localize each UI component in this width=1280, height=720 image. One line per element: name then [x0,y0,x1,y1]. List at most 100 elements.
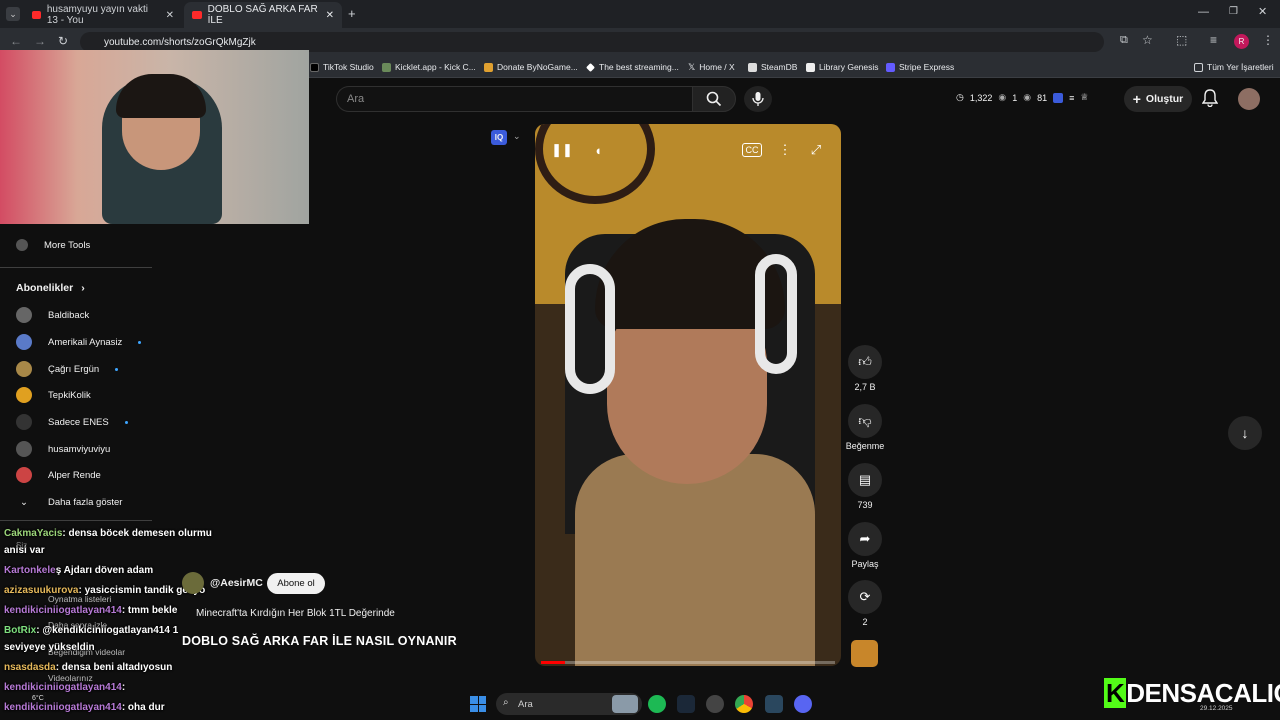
chrome-icon[interactable] [735,695,753,713]
thumbs-up-icon: 👍︎ [858,354,872,369]
create-button[interactable]: + Oluştur [1124,86,1192,112]
more-options-icon[interactable]: ⋮ [775,141,795,159]
next-video-button[interactable]: ↓ [1228,416,1262,450]
address-bar[interactable]: youtube.com/shorts/zoGrQkMgZjk [80,32,1104,52]
like-button[interactable]: 👍︎ [848,345,882,379]
minimize-icon[interactable]: — [1198,6,1209,18]
video-headphone-left [565,264,615,394]
sound-thumbnail[interactable] [851,640,878,667]
video-progress-bar[interactable] [541,661,835,664]
search-input[interactable]: Ara [336,86,692,112]
remix-button[interactable]: ⟳ [848,580,882,614]
tab-search-icon[interactable]: ⌄ [6,7,20,21]
share-icon: ➦ [859,531,871,546]
bookmark-label: TikTok Studio [323,62,374,72]
star-icon[interactable]: ☆ [1142,33,1153,47]
close-icon[interactable]: ✕ [326,10,334,21]
discord-icon[interactable] [794,695,812,713]
brand-name: DENSACALIGO [1126,678,1280,708]
extensions-icon[interactable]: ⬚ [1176,33,1187,47]
share-button[interactable]: ➦ [848,522,882,556]
sub-name: Amerikali Aynasiz [48,336,123,348]
dislike-button[interactable]: 👎︎ [848,404,882,438]
channel-avatar [16,387,32,403]
bookmark-stripe[interactable]: Stripe Express [886,60,954,74]
forward-icon[interactable]: → [34,34,46,48]
channel-name: @AesirMC [210,577,263,589]
chevron-down-icon: ⌄ [20,496,28,508]
taskbar-widget-icon[interactable] [612,695,638,713]
sub-name: Sadece ENES [48,416,109,428]
channel-avatar [16,334,32,350]
bookmark-tiktok[interactable]: TikTok Studio [310,60,374,74]
media-icon[interactable]: ≡ [1210,33,1217,47]
subscriptions-header[interactable]: Abonelikler › [16,282,85,294]
captions-icon[interactable]: CC [742,143,762,157]
extension-icon[interactable] [1053,92,1064,103]
back-icon[interactable]: ← [10,34,22,48]
subscribe-button[interactable]: Abone ol [267,573,325,594]
youtube-icon [192,11,202,19]
cast-icon[interactable]: ⧉ [1120,34,1128,47]
tab-husamyuyu[interactable]: husamyuyu yayın vakti 13 - You ✕ [24,2,182,28]
pause-icon[interactable]: ❚❚ [551,141,573,159]
sidebar-sub-item[interactable]: Çağrı Ergün [16,359,119,379]
short-video-player[interactable] [535,124,841,666]
chat-username: kendikiciniiogatlayan414 [4,682,122,693]
bookmark-label: Donate ByNoGame... [497,62,578,72]
channel-info[interactable]: @AesirMC [182,572,263,594]
sidebar-sub-item[interactable]: TepkiKolik [16,385,91,405]
sidebar-more-tools[interactable]: More Tools [16,235,90,255]
chat-message: CakmaYacis: densa böcek demesen olurmu [4,528,212,539]
maximize-icon[interactable]: ❐ [1229,6,1238,17]
chat-message: anisi var [4,545,45,556]
windows-start-icon[interactable] [470,696,486,712]
mic-icon [752,92,764,106]
video-title: DOBLO SAĞ ARKA FAR İLE NASIL OYNANIR [182,634,457,648]
sidebar-sub-item[interactable]: Amerikali Aynasiz [16,332,142,352]
streaming-icon [586,62,595,72]
voice-search-button[interactable] [744,86,772,112]
new-tab-icon[interactable]: + [348,6,356,21]
chat-message: kendikiciniiogatlayan414: tmm bekle [4,605,177,616]
sidebar-sub-item[interactable]: husamviyuviyu [16,439,110,459]
sub-name: Alper Rende [48,469,101,481]
extension-badge-icon[interactable]: IQ [491,130,507,145]
tab-doblo[interactable]: DOBLO SAĞ ARKA FAR İLE ✕ [184,2,342,28]
chat-text: : @kendikiciniiogatlayan414 1 [36,625,179,636]
spotify-icon[interactable] [648,695,666,713]
new-content-dot [124,420,128,424]
notifications-icon[interactable] [1201,89,1219,112]
chevron-down-icon[interactable]: ⌄ [513,131,521,142]
trophy-icon[interactable]: ♕ [1080,92,1088,103]
sidebar-sub-item[interactable]: Baldiback [16,305,89,325]
bookmark-kicklet[interactable]: Kicklet.app - Kick C... [382,60,476,74]
volume-icon[interactable]: ◖ [588,141,608,159]
all-bookmarks[interactable]: Tüm Yer İşaretleri [1194,60,1274,74]
show-more-button[interactable]: ⌄ Daha fazla göster [16,492,122,512]
search-button[interactable] [692,86,736,112]
sidebar-sub-item[interactable]: Sadece ENES [16,412,128,432]
x-icon: 𝕏 [688,61,696,72]
bookmark-steamdb[interactable]: SteamDB [748,60,797,74]
sidebar-label: Daha fazla göster [48,496,123,508]
chat-text: : densa böcek demesen olurmu [62,528,212,539]
bookmark-bynogame[interactable]: Donate ByNoGame... [484,60,578,74]
bookmark-x[interactable]: 𝕏 Home / X [688,60,735,74]
steam-icon[interactable] [677,695,695,713]
app-icon[interactable] [706,695,724,713]
sidebar-sub-item[interactable]: Alper Rende [16,465,101,485]
comments-button[interactable]: ▤ [848,463,882,497]
bookmark-streaming[interactable]: The best streaming... [586,60,679,74]
list-icon[interactable]: ≡ [1069,93,1074,103]
tiktok-icon [310,62,319,72]
avatar[interactable] [1238,88,1260,110]
bookmark-libgen[interactable]: Library Genesis [806,60,879,74]
fullscreen-icon[interactable]: ⤢ [806,141,826,159]
close-icon[interactable]: ✕ [166,10,174,21]
reload-icon[interactable]: ↻ [58,34,68,48]
profile-icon[interactable]: R [1234,34,1249,49]
menu-icon[interactable]: ⋮ [1262,33,1274,47]
window-close-icon[interactable]: ✕ [1258,5,1267,18]
steam-app-icon[interactable] [765,695,783,713]
